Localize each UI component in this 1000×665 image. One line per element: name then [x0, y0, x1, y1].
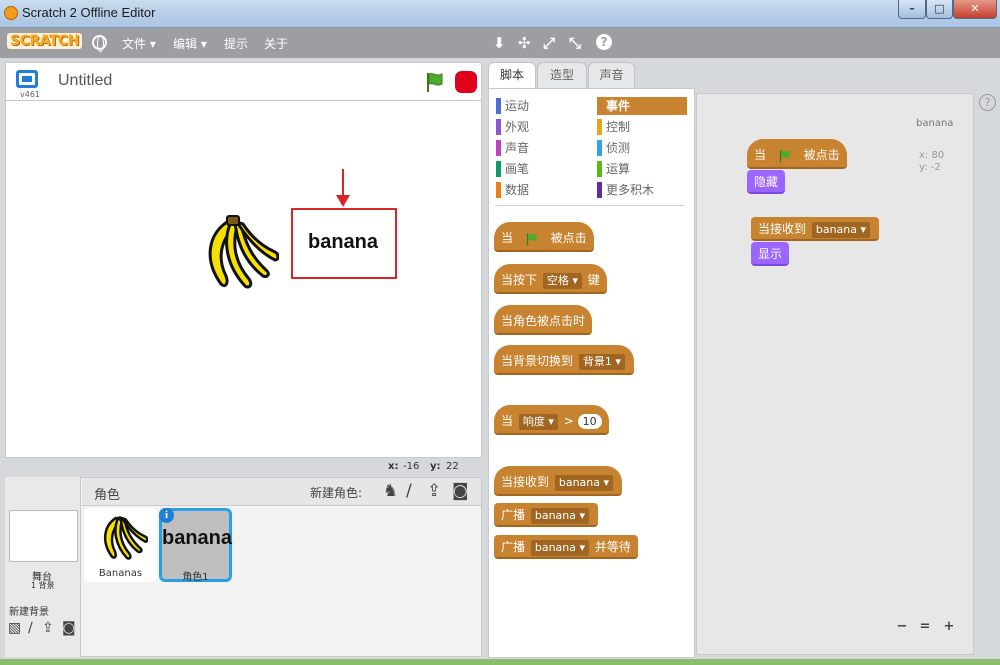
- paint-backdrop-icon[interactable]: ∕: [28, 620, 33, 636]
- green-flag-icon: [779, 149, 790, 162]
- maximize-button[interactable]: □: [926, 0, 953, 19]
- minimize-button[interactable]: –: [898, 0, 926, 19]
- upload-backdrop-icon[interactable]: ⇪: [42, 620, 54, 636]
- stage-canvas[interactable]: banana: [5, 100, 482, 458]
- block-when-sprite-clicked[interactable]: 当角色被点击时: [494, 305, 593, 335]
- block-broadcast-and-wait[interactable]: 广播 banana 并等待: [494, 535, 638, 559]
- category-looks[interactable]: 外观: [496, 118, 586, 136]
- script-area[interactable]: [696, 93, 974, 655]
- menu-about[interactable]: 关于: [264, 35, 288, 52]
- menu-file[interactable]: 文件 ▾: [122, 35, 156, 52]
- scratch-logo[interactable]: SCRATCH: [7, 33, 82, 49]
- sprite-tile-sprite1[interactable]: i banana 角色1: [159, 508, 233, 583]
- message-dropdown[interactable]: banana: [554, 475, 614, 491]
- upload-sprite-icon[interactable]: ⇪: [427, 481, 441, 501]
- stage-y-label: y:: [430, 461, 441, 472]
- menu-bar: SCRATCH 文件 ▾ 编辑 ▾ 提示 关于 ⬇ ✣ ⤢ ⤡ ?: [0, 28, 1000, 58]
- category-control[interactable]: 控制: [597, 118, 687, 136]
- broadcast-dropdown[interactable]: banana: [530, 508, 590, 524]
- category-data[interactable]: 数据: [496, 181, 586, 199]
- category-motion[interactable]: 运动: [496, 97, 586, 115]
- block-when-flag-clicked[interactable]: 当 被点击: [494, 222, 594, 252]
- script-show-block[interactable]: 显示: [751, 242, 790, 266]
- grow-icon[interactable]: ⤢: [543, 34, 555, 52]
- camera-sprite-icon[interactable]: ◙: [452, 481, 469, 501]
- script-sprite-position: x: 80 y: -2: [919, 150, 945, 173]
- project-title[interactable]: Untitled: [58, 72, 112, 90]
- tab-costumes[interactable]: 造型: [537, 62, 587, 88]
- menu-edit[interactable]: 编辑 ▾: [173, 35, 207, 52]
- zoom-reset-icon[interactable]: =: [917, 619, 933, 635]
- script-message-dropdown[interactable]: banana: [811, 222, 871, 238]
- sprite-info-icon[interactable]: i: [159, 508, 174, 523]
- close-button[interactable]: ✕: [953, 0, 997, 19]
- category-operators[interactable]: 运算: [597, 160, 687, 178]
- banana-thumbnail: [103, 515, 148, 560]
- banana-sprite[interactable]: [189, 214, 279, 294]
- language-globe-icon[interactable]: [92, 35, 107, 52]
- annotation-arrow: [336, 169, 350, 207]
- sprite-tile-name: 角色1: [182, 572, 209, 583]
- tab-scripts[interactable]: 脚本: [488, 62, 536, 90]
- sensor-number-input[interactable]: 10: [577, 414, 602, 429]
- tab-sounds[interactable]: 声音: [588, 62, 635, 88]
- broadcast-wait-dropdown[interactable]: banana: [530, 540, 590, 556]
- sprite-tile-name: Bananas: [98, 568, 143, 579]
- window-titlebar: Scratch 2 Offline Editor – □ ✕: [0, 0, 1000, 28]
- script-when-i-receive[interactable]: 当接收到 banana: [751, 217, 880, 241]
- sprite-tile-text: banana: [162, 527, 233, 549]
- zoom-in-icon[interactable]: +: [941, 619, 957, 635]
- category-events[interactable]: 事件: [597, 97, 687, 115]
- script-hide-block[interactable]: 隐藏: [747, 170, 786, 194]
- category-separator: [495, 205, 685, 206]
- block-when-sensor-greater[interactable]: 当 响度 > 10: [494, 405, 609, 435]
- presentation-mode-icon[interactable]: [16, 70, 38, 88]
- sensor-dropdown[interactable]: 响度: [518, 414, 558, 430]
- stage-backdrop-count: 1 背景: [31, 581, 55, 590]
- shrink-icon[interactable]: ⤡: [569, 34, 581, 52]
- stop-sign-icon[interactable]: [455, 71, 477, 93]
- block-when-backdrop-switches[interactable]: 当背景切换到 背景1: [494, 345, 634, 375]
- scratch-cat-icon: [4, 6, 18, 20]
- new-sprite-label: 新建角色:: [310, 486, 363, 500]
- key-dropdown[interactable]: 空格: [542, 273, 582, 289]
- camera-backdrop-icon[interactable]: ◙: [62, 620, 76, 636]
- stage-x-label: x:: [388, 461, 399, 472]
- green-flag-icon: [526, 232, 537, 245]
- block-when-i-receive[interactable]: 当接收到 banana: [494, 466, 623, 496]
- block-help-icon[interactable]: ?: [596, 34, 612, 50]
- green-flag-icon[interactable]: [424, 71, 446, 93]
- delete-scissors-icon[interactable]: ✣: [518, 34, 531, 52]
- window-title: Scratch 2 Offline Editor: [22, 5, 156, 20]
- category-sensing[interactable]: 侦测: [597, 139, 687, 157]
- backdrop-library-icon[interactable]: ▧: [8, 620, 21, 636]
- stage-thumbnail[interactable]: [9, 510, 78, 562]
- script-sprite-name: banana: [916, 118, 954, 129]
- zoom-out-icon[interactable]: −: [894, 619, 910, 635]
- stage-header: v461 Untitled: [5, 62, 482, 100]
- duplicate-stamp-icon[interactable]: ⬇: [493, 34, 506, 52]
- stage-x-value: -16: [403, 461, 420, 472]
- category-more-blocks[interactable]: 更多积木: [597, 181, 687, 199]
- menu-tips[interactable]: 提示: [224, 35, 248, 52]
- backdrop-dropdown[interactable]: 背景1: [578, 354, 625, 370]
- annotation-box: [291, 208, 397, 279]
- stage-y-value: 22: [446, 461, 459, 472]
- sprite-tile-bananas[interactable]: Bananas: [84, 508, 157, 582]
- choose-sprite-library-icon[interactable]: ♞: [383, 481, 398, 501]
- taskbar-edge: [0, 659, 1000, 665]
- help-icon[interactable]: ?: [979, 94, 996, 111]
- category-pen[interactable]: 画笔: [496, 160, 586, 178]
- category-sound[interactable]: 声音: [496, 139, 586, 157]
- script-when-flag-clicked[interactable]: 当 被点击: [747, 139, 847, 169]
- block-broadcast[interactable]: 广播 banana: [494, 503, 599, 527]
- sprites-label: 角色: [94, 488, 121, 503]
- sprite-header: [82, 478, 481, 506]
- new-backdrop-label: 新建背景: [9, 607, 49, 618]
- version-label: v461: [20, 90, 41, 99]
- paint-sprite-icon[interactable]: ∕: [406, 481, 412, 501]
- block-when-key-pressed[interactable]: 当按下 空格 键: [494, 264, 607, 294]
